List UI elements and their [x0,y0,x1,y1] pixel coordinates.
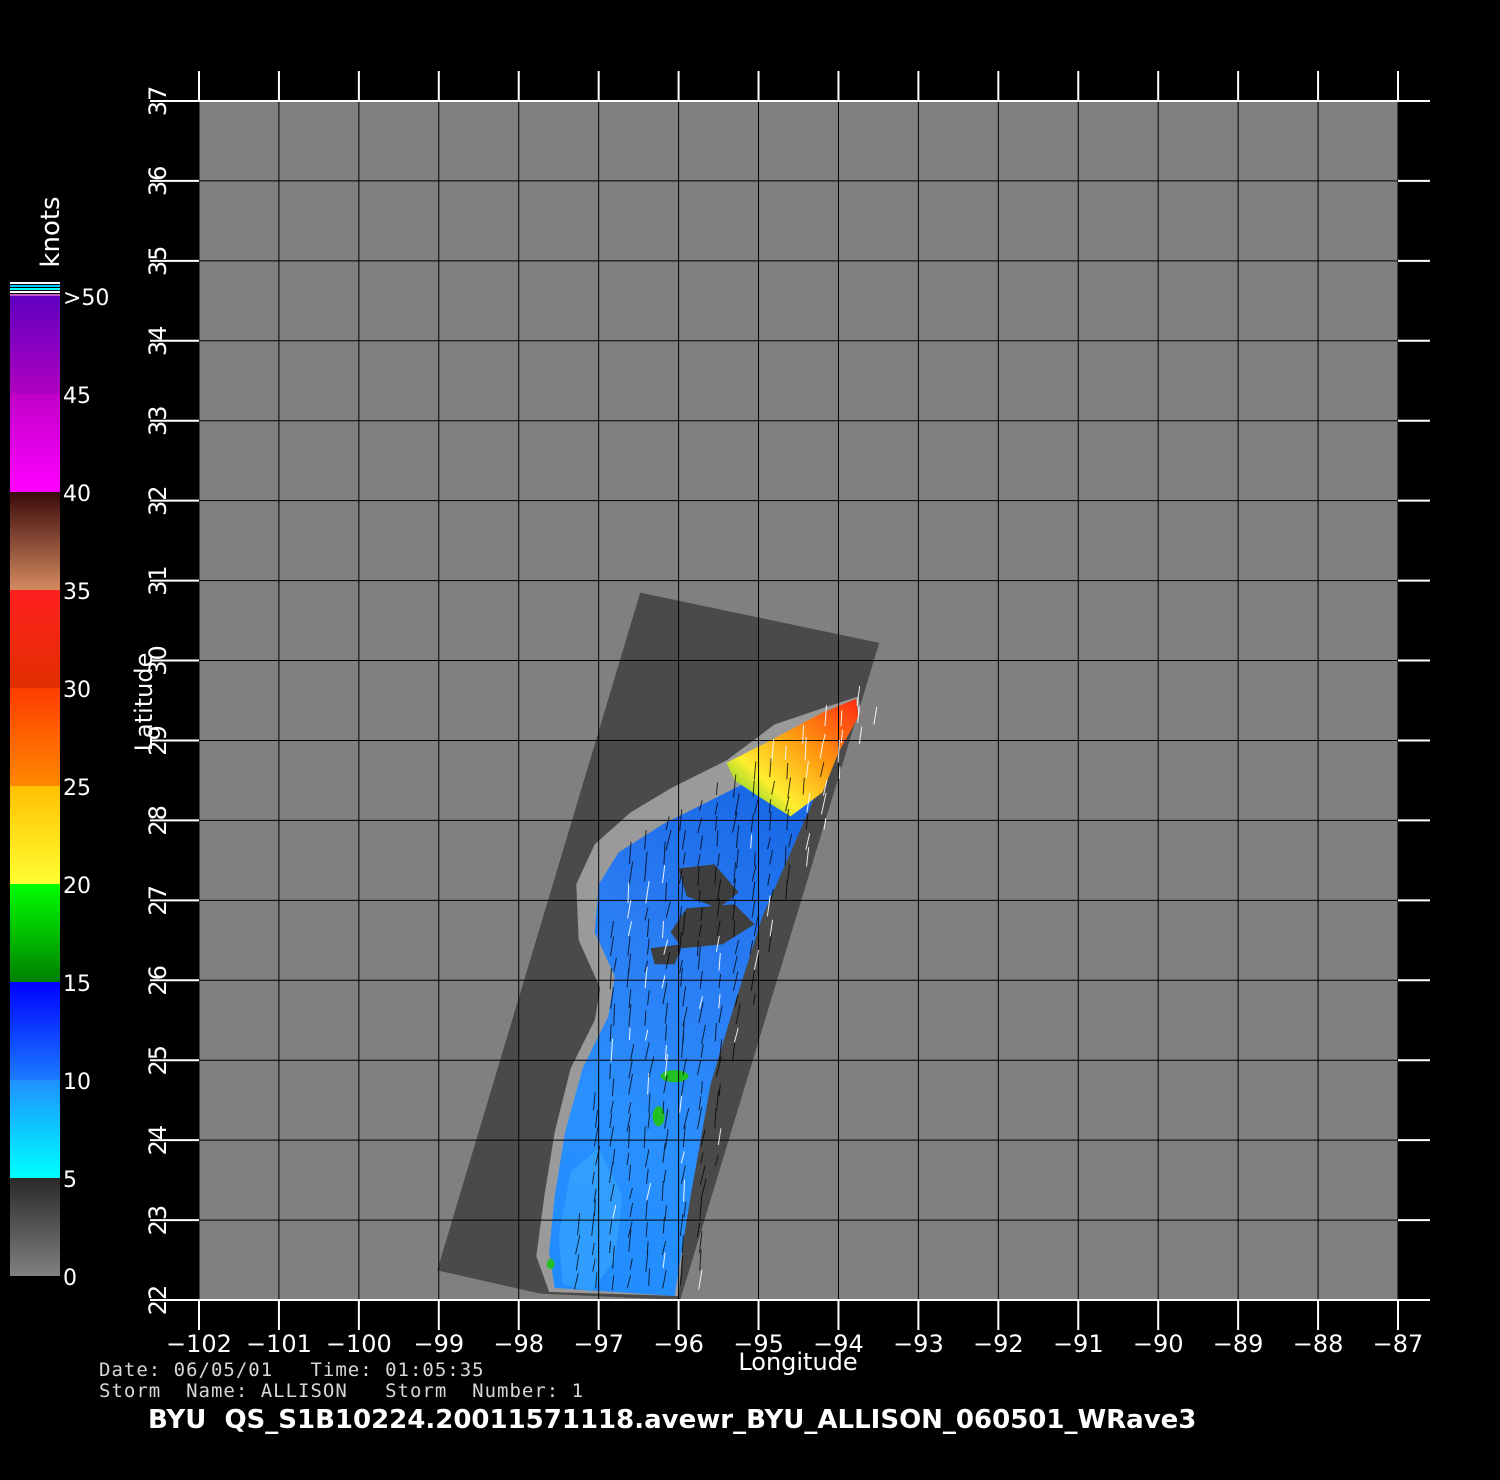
colorbar-overflow-stripe [10,285,60,287]
colorbar-band [10,1178,60,1276]
y-tick-label: 35 [144,246,172,277]
x-tick-label: −97 [573,1330,624,1358]
x-tick-label: −100 [326,1330,392,1358]
colorbar-label: 35 [63,580,91,605]
colorbar-band [10,688,60,786]
colorbar-band [10,884,60,982]
colorbar: 0 5 10 15 20 25 30 35 40 45 >50 [10,282,109,1291]
x-tick-label: −98 [493,1330,544,1358]
colorbar-label: 25 [63,776,91,801]
colorbar-band [10,786,60,884]
colorbar-band [10,296,60,394]
wind-vector [754,852,756,866]
colorbar-overflow-stripe [10,288,60,290]
storm-info-line: Storm Name: ALLISON Storm Number: 1 [99,1380,585,1402]
wind-spot-3 [546,1259,555,1270]
x-tick-label: −89 [1213,1330,1264,1358]
colorbar-label: 15 [63,972,91,997]
y-tick-label: 24 [144,1125,172,1156]
x-tick-label: −87 [1373,1330,1424,1358]
x-tick-label: −90 [1133,1330,1184,1358]
colorbar-band [10,982,60,1080]
colorbar-unit-label: knots [36,196,66,267]
y-tick-label: 34 [144,326,172,357]
colorbar-band [10,492,60,590]
y-tick-label: 33 [144,405,172,436]
wind-vector [628,1027,631,1041]
x-tick-label: −99 [413,1330,464,1358]
file-title: BYU QS_S1B10224.20011571118.avewr_BYU_AL… [148,1405,1197,1435]
colorbar-label: 40 [63,482,91,507]
y-tick-label: 28 [144,805,172,836]
wind-vector [733,920,735,937]
x-tick-label: −91 [1053,1330,1104,1358]
y-tick-label: 23 [144,1205,172,1236]
wind-spot-1 [660,1070,689,1083]
colorbar-label: 45 [63,384,91,409]
colorbar-overflow-stripe [10,282,60,284]
x-tick-label: −88 [1293,1330,1344,1358]
y-tick-label: 37 [144,86,172,117]
colorbar-label: 0 [63,1266,77,1291]
y-tick-label: 31 [144,565,172,596]
y-tick-label: 22 [144,1285,172,1316]
colorbar-band [10,1080,60,1178]
colorbar-label: 10 [63,1070,91,1095]
y-tick-label: 32 [144,485,172,516]
y-tick-label: 36 [144,166,172,197]
x-tick-label: −92 [973,1330,1024,1358]
colorbar-overflow-stripe [10,291,60,293]
wind-vector [838,766,841,779]
colorbar-label: >50 [63,286,109,311]
x-axis-label: Longitude [738,1348,857,1376]
wind-map-chart: −102 −101 −100 −99 −98 −97 −96 −95 −94 −93 −92 −91−… [10,71,1430,1376]
x-tick-label: −93 [893,1330,944,1358]
colorbar-band [10,394,60,492]
y-axis-label: Latitude [130,653,158,752]
colorbar-overflow-stripe [10,294,60,296]
x-tick-label: −102 [166,1330,232,1358]
colorbar-label: 20 [63,874,91,899]
x-tick-label: −96 [653,1330,704,1358]
x-tick-label: −101 [246,1330,312,1358]
colorbar-label: 5 [63,1168,77,1193]
y-tick-label: 25 [144,1045,172,1076]
colorbar-label: 30 [63,678,91,703]
date-time-line: Date: 06/05/01 Time: 01:05:35 [99,1359,485,1381]
y-tick-label: 26 [144,965,172,996]
colorbar-band [10,590,60,688]
y-tick-label: 27 [144,885,172,916]
map-area [199,101,1398,1300]
